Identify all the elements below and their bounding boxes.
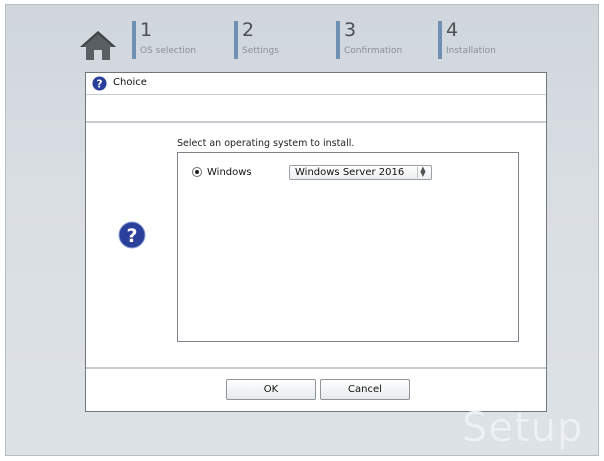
svg-text:?: ? <box>97 78 103 90</box>
cancel-button[interactable]: Cancel <box>320 379 410 400</box>
divider <box>86 121 546 123</box>
question-icon: ? <box>118 221 146 249</box>
radio-label: Windows <box>207 166 252 178</box>
step-label: Installation <box>446 46 496 56</box>
radio-button[interactable] <box>192 167 202 177</box>
home-button[interactable] <box>78 29 118 61</box>
divider <box>86 367 546 369</box>
step-number: 2 <box>242 19 255 41</box>
os-prompt: Select an operating system to install. <box>177 138 355 149</box>
setup-watermark: Setup <box>462 405 584 451</box>
dialog-title-bar: ? Choice <box>86 73 546 95</box>
svg-text:?: ? <box>126 225 137 247</box>
os-version-select[interactable]: Windows Server 2016 ▲ ▼ <box>289 165 432 180</box>
step-number: 1 <box>140 19 153 41</box>
os-list-box: Windows Windows Server 2016 ▲ ▼ <box>177 152 519 342</box>
windows-radio-option[interactable]: Windows <box>192 165 252 179</box>
home-icon <box>80 31 116 60</box>
select-value: Windows Server 2016 <box>295 167 405 178</box>
step-label: Settings <box>242 46 279 56</box>
step-label: OS selection <box>140 46 197 56</box>
question-icon: ? <box>92 76 107 91</box>
ok-button[interactable]: OK <box>226 379 316 400</box>
step-label: Confirmation <box>344 46 403 56</box>
step-number: 4 <box>446 19 459 41</box>
choice-dialog: ? Choice ? Select an operating system to… <box>85 72 547 412</box>
updown-arrows-icon: ▲ ▼ <box>417 166 428 178</box>
dialog-title: Choice <box>113 77 147 88</box>
setup-screen: 1 OS selection 2 Settings 3 Confirmation… <box>5 4 599 456</box>
step-number: 3 <box>344 19 357 41</box>
